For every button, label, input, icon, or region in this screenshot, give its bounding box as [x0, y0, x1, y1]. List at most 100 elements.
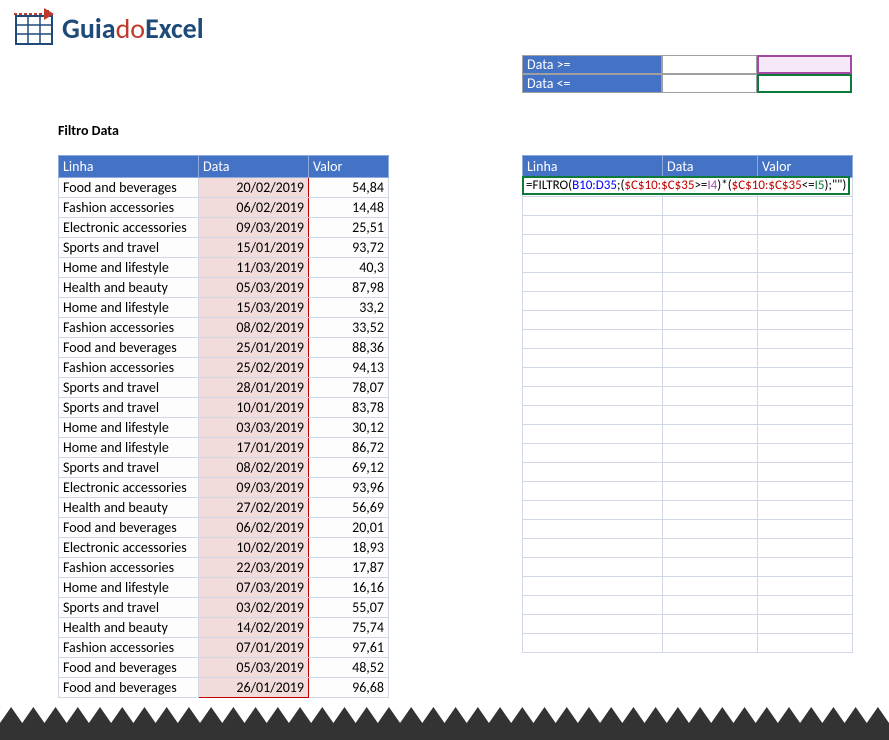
cell-data[interactable]: 20/02/2019	[199, 178, 309, 198]
cell-linha[interactable]: Food and beverages	[59, 518, 199, 538]
cell-valor[interactable]: 87,98	[309, 278, 389, 298]
cell-data[interactable]	[663, 197, 758, 216]
cell-linha[interactable]: Food and beverages	[59, 338, 199, 358]
cell-data[interactable]: 25/01/2019	[199, 338, 309, 358]
cell-data[interactable]	[663, 254, 758, 273]
cell-data[interactable]: 26/01/2019	[199, 678, 309, 698]
cell-linha[interactable]: Food and beverages	[59, 658, 199, 678]
cell-data[interactable]	[663, 444, 758, 463]
cell-linha[interactable]: Fashion accessories	[59, 318, 199, 338]
cell-valor[interactable]	[758, 387, 853, 406]
cell-linha[interactable]: Sports and travel	[59, 378, 199, 398]
cell-linha[interactable]	[523, 539, 663, 558]
cell-linha[interactable]	[523, 425, 663, 444]
cell-linha[interactable]	[523, 596, 663, 615]
cell-valor[interactable]: 78,07	[309, 378, 389, 398]
cell-valor[interactable]: 94,13	[309, 358, 389, 378]
cell-linha[interactable]	[523, 615, 663, 634]
cell-linha[interactable]: Fashion accessories	[59, 358, 199, 378]
cell-linha[interactable]	[523, 330, 663, 349]
cell-linha[interactable]	[523, 406, 663, 425]
cell-linha[interactable]: Sports and travel	[59, 398, 199, 418]
cell-valor[interactable]: 18,93	[309, 538, 389, 558]
filter-gte-cell2[interactable]	[757, 55, 852, 74]
cell-linha[interactable]: Fashion accessories	[59, 558, 199, 578]
cell-linha[interactable]: Health and beauty	[59, 498, 199, 518]
cell-data[interactable]: 06/02/2019	[199, 198, 309, 218]
cell-data[interactable]	[663, 520, 758, 539]
cell-linha[interactable]	[523, 634, 663, 653]
cell-valor[interactable]	[758, 520, 853, 539]
cell-linha[interactable]	[523, 501, 663, 520]
cell-valor[interactable]: 83,78	[309, 398, 389, 418]
cell-linha[interactable]: Health and beauty	[59, 278, 199, 298]
result-header-valor[interactable]: Valor	[758, 156, 853, 178]
cell-data[interactable]	[663, 501, 758, 520]
cell-valor[interactable]: 30,12	[309, 418, 389, 438]
cell-linha[interactable]	[523, 197, 663, 216]
header-data[interactable]: Data	[199, 156, 309, 178]
cell-valor[interactable]	[758, 463, 853, 482]
cell-linha[interactable]	[523, 558, 663, 577]
cell-data[interactable]	[663, 596, 758, 615]
cell-data[interactable]: 07/03/2019	[199, 578, 309, 598]
cell-data[interactable]: 17/01/2019	[199, 438, 309, 458]
cell-linha[interactable]	[523, 387, 663, 406]
cell-valor[interactable]: 16,16	[309, 578, 389, 598]
cell-valor[interactable]: 55,07	[309, 598, 389, 618]
cell-data[interactable]: 06/02/2019	[199, 518, 309, 538]
cell-valor[interactable]	[758, 634, 853, 653]
cell-data[interactable]	[663, 387, 758, 406]
cell-linha[interactable]	[523, 577, 663, 596]
cell-data[interactable]	[663, 311, 758, 330]
cell-data[interactable]	[663, 368, 758, 387]
cell-data[interactable]: 03/03/2019	[199, 418, 309, 438]
cell-valor[interactable]	[758, 577, 853, 596]
cell-data[interactable]: 11/03/2019	[199, 258, 309, 278]
cell-valor[interactable]: 25,51	[309, 218, 389, 238]
filter-gte-cell1[interactable]	[662, 55, 757, 74]
cell-valor[interactable]: 96,68	[309, 678, 389, 698]
cell-valor[interactable]: 69,12	[309, 458, 389, 478]
cell-valor[interactable]: 93,96	[309, 478, 389, 498]
cell-valor[interactable]	[758, 292, 853, 311]
cell-valor[interactable]	[758, 539, 853, 558]
cell-linha[interactable]	[523, 273, 663, 292]
cell-linha[interactable]	[523, 520, 663, 539]
cell-linha[interactable]	[523, 311, 663, 330]
cell-linha[interactable]: Home and lifestyle	[59, 418, 199, 438]
cell-linha[interactable]: Electronic accessories	[59, 538, 199, 558]
cell-valor[interactable]	[758, 596, 853, 615]
cell-valor[interactable]: 40,3	[309, 258, 389, 278]
cell-linha[interactable]: Fashion accessories	[59, 638, 199, 658]
cell-valor[interactable]	[758, 273, 853, 292]
cell-data[interactable]	[663, 216, 758, 235]
cell-data[interactable]: 10/01/2019	[199, 398, 309, 418]
cell-data[interactable]: 09/03/2019	[199, 478, 309, 498]
cell-data[interactable]: 05/03/2019	[199, 278, 309, 298]
cell-data[interactable]: 08/02/2019	[199, 318, 309, 338]
cell-valor[interactable]: 33,52	[309, 318, 389, 338]
cell-valor[interactable]	[758, 311, 853, 330]
cell-linha[interactable]: Home and lifestyle	[59, 258, 199, 278]
cell-data[interactable]	[663, 235, 758, 254]
cell-valor[interactable]: 17,87	[309, 558, 389, 578]
cell-valor[interactable]	[758, 368, 853, 387]
cell-linha[interactable]: Electronic accessories	[59, 218, 199, 238]
cell-linha[interactable]	[523, 349, 663, 368]
cell-linha[interactable]: Sports and travel	[59, 598, 199, 618]
cell-data[interactable]	[663, 463, 758, 482]
cell-valor[interactable]: 93,72	[309, 238, 389, 258]
cell-data[interactable]: 15/01/2019	[199, 238, 309, 258]
cell-data[interactable]: 14/02/2019	[199, 618, 309, 638]
cell-linha[interactable]: Health and beauty	[59, 618, 199, 638]
cell-valor[interactable]: 54,84	[309, 178, 389, 198]
cell-valor[interactable]: 88,36	[309, 338, 389, 358]
cell-valor[interactable]	[758, 501, 853, 520]
cell-data[interactable]: 28/01/2019	[199, 378, 309, 398]
cell-valor[interactable]: 56,69	[309, 498, 389, 518]
cell-data[interactable]	[663, 577, 758, 596]
cell-linha[interactable]: Sports and travel	[59, 238, 199, 258]
cell-linha[interactable]	[523, 292, 663, 311]
cell-valor[interactable]: 14,48	[309, 198, 389, 218]
